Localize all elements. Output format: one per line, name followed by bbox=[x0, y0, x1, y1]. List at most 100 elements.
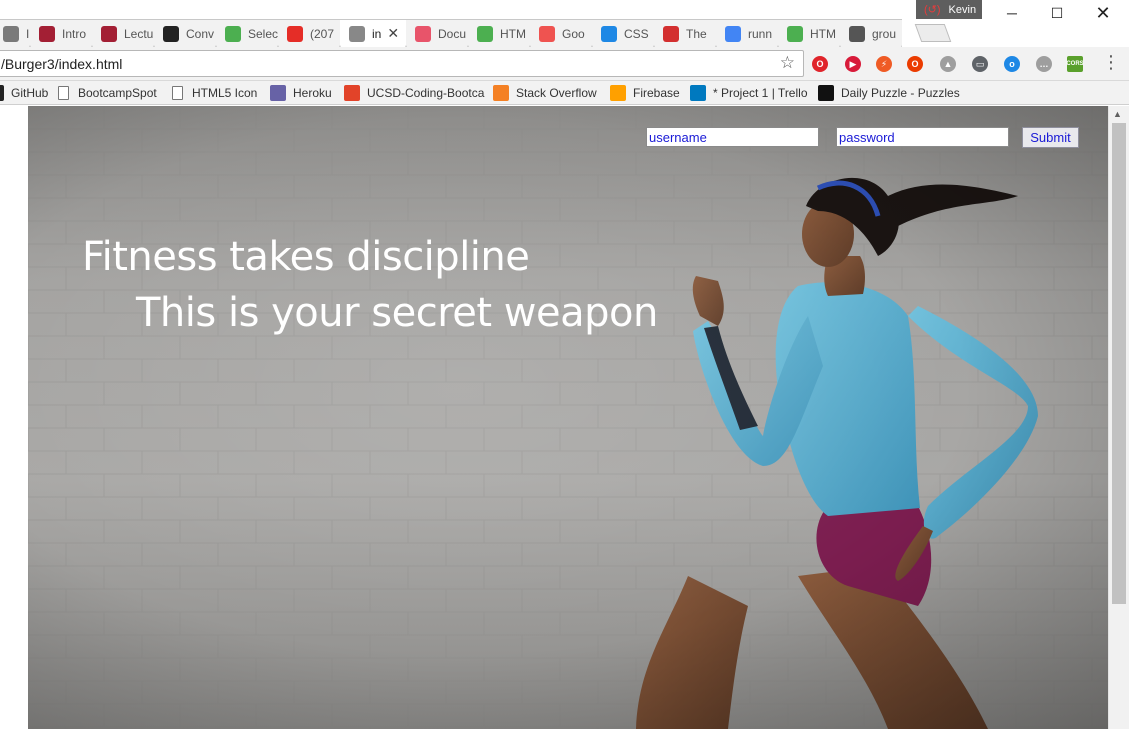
url-text[interactable]: /Burger3/index.html bbox=[1, 56, 122, 72]
bookmark-star-icon[interactable]: ☆ bbox=[780, 53, 795, 73]
address-bar[interactable]: /Burger3/index.html ☆ bbox=[0, 50, 804, 77]
profile-name: Kevin bbox=[948, 3, 977, 16]
browser-tab[interactable]: Lectu bbox=[92, 19, 154, 47]
bookmark-item[interactable]: BootcampSpot bbox=[56, 84, 157, 102]
tab-label: Lectu bbox=[124, 26, 154, 41]
browser-tab[interactable]: Goo bbox=[530, 19, 592, 47]
tab-label: grou bbox=[872, 26, 897, 41]
devdocs-icon bbox=[415, 25, 431, 42]
stackoverflow-icon bbox=[493, 85, 509, 101]
dots-ext-icon[interactable]: … bbox=[1036, 56, 1052, 72]
bookmark-item[interactable]: HTML5 Icon bbox=[170, 84, 257, 102]
bookmark-label: Daily Puzzle - Puzzles bbox=[841, 86, 960, 100]
tab-label: CSS bbox=[624, 26, 649, 41]
bookmark-item[interactable]: GitHub bbox=[0, 84, 48, 102]
google-fonts-icon bbox=[539, 25, 555, 42]
drive-icon[interactable]: ▲ bbox=[940, 56, 956, 72]
bookmark-label: Stack Overflow bbox=[516, 86, 597, 100]
username-input[interactable] bbox=[646, 127, 819, 147]
tab-label: Conv bbox=[186, 26, 215, 41]
tab-label: The bbox=[686, 26, 707, 41]
page-icon bbox=[349, 25, 365, 42]
trello-icon bbox=[690, 85, 706, 101]
bookmark-item[interactable]: Stack Overflow bbox=[493, 84, 597, 102]
maximize-button[interactable]: ☐ bbox=[1034, 0, 1080, 26]
hash-icon bbox=[849, 25, 865, 42]
page-icon bbox=[58, 86, 69, 100]
tab-label: runn bbox=[748, 26, 773, 41]
mit-ocw-icon bbox=[39, 25, 55, 42]
office-icon[interactable]: O bbox=[907, 56, 923, 72]
tab-label: HTM bbox=[810, 26, 836, 41]
hero-vignette bbox=[28, 106, 1108, 729]
youtube-icon bbox=[287, 25, 303, 42]
bookmark-label: HTML5 Icon bbox=[192, 86, 258, 100]
tab-label: in bbox=[372, 26, 382, 41]
tab-label: Intro bbox=[62, 26, 87, 41]
bookmark-item[interactable]: Firebase bbox=[610, 84, 680, 102]
browser-tab[interactable]: Docu bbox=[406, 19, 468, 47]
page-viewport: Fitness takes discipline This is your se… bbox=[0, 106, 1129, 729]
video-ext-icon[interactable]: ▶ bbox=[845, 56, 861, 72]
cors-icon[interactable]: CORS bbox=[1066, 56, 1084, 72]
tab-label: Goo bbox=[562, 26, 585, 41]
w3schools-icon bbox=[477, 25, 493, 42]
browser-tab[interactable]: CSS bbox=[592, 19, 654, 47]
scroll-up-arrow-icon[interactable]: ▲ bbox=[1113, 109, 1122, 119]
cast-icon[interactable]: ▭ bbox=[972, 56, 988, 72]
hero-section: Fitness takes discipline This is your se… bbox=[28, 106, 1108, 729]
browser-toolbar: /Burger3/index.html ☆ O ▶ ⚡ O ▲ ▭ o … CORS ⋮ bbox=[0, 47, 1129, 81]
github-icon bbox=[163, 25, 179, 42]
page-icon bbox=[3, 25, 19, 42]
submit-button[interactable]: Submit bbox=[1022, 127, 1079, 148]
profile-icon: (↺) bbox=[924, 4, 941, 16]
browser-tab[interactable]: Intro bbox=[30, 19, 92, 47]
browser-tab[interactable]: HTM bbox=[778, 19, 840, 47]
mit-ocw-icon bbox=[101, 25, 117, 42]
browser-tab[interactable]: grou bbox=[840, 19, 902, 47]
browser-tab[interactable]: Selec bbox=[216, 19, 278, 47]
bookmark-item[interactable]: Heroku bbox=[270, 84, 332, 102]
browser-tab[interactable]: The bbox=[654, 19, 716, 47]
new-tab-button[interactable] bbox=[914, 24, 952, 42]
opera-icon[interactable]: O bbox=[812, 56, 828, 72]
nyt-icon bbox=[818, 85, 834, 101]
bookmark-label: BootcampSpot bbox=[78, 86, 157, 100]
w3schools-icon bbox=[787, 25, 803, 42]
browser-tab[interactable]: Conv bbox=[154, 19, 216, 47]
bookmark-item[interactable]: Daily Puzzle - Puzzles bbox=[818, 84, 960, 102]
tab-label: Docu bbox=[438, 26, 467, 41]
tab-label: Selec bbox=[248, 26, 278, 41]
browser-tab[interactable]: runn bbox=[716, 19, 778, 47]
heroku-icon bbox=[270, 85, 286, 101]
tab-label: (207 bbox=[310, 26, 335, 41]
browser-tab[interactable]: (207 bbox=[278, 19, 340, 47]
ring-ext-icon[interactable]: o bbox=[1004, 56, 1020, 72]
minimize-button[interactable]: ─ bbox=[989, 0, 1035, 26]
menu-icon[interactable]: ⋮ bbox=[1102, 53, 1120, 71]
profile-badge[interactable]: (↺) Kevin bbox=[916, 0, 982, 19]
browser-tab[interactable]: HTM bbox=[468, 19, 530, 47]
tab-strip: Indi Intro Lectu Conv Selec (207 in ✕ Docu HTM Goo… bbox=[0, 0, 1129, 47]
vertical-scrollbar[interactable]: ▲ bbox=[1108, 106, 1129, 729]
tab-close-icon[interactable]: ✕ bbox=[387, 25, 399, 42]
hero-headline: Fitness takes discipline bbox=[82, 234, 530, 280]
bookmark-label: Heroku bbox=[293, 86, 332, 100]
pc-icon bbox=[663, 25, 679, 42]
close-window-button[interactable]: ✕ bbox=[1080, 0, 1126, 26]
hero-subline: This is your secret weapon bbox=[136, 290, 658, 336]
bookmark-label: UCSD-Coding-Bootca bbox=[367, 86, 485, 100]
bookmark-label: * Project 1 | Trello bbox=[713, 86, 808, 100]
bookmark-label: Firebase bbox=[633, 86, 680, 100]
browser-tab[interactable]: Indi bbox=[0, 19, 30, 47]
postman-icon[interactable]: ⚡ bbox=[876, 56, 892, 72]
github-icon bbox=[0, 85, 4, 101]
page-icon bbox=[172, 86, 183, 100]
bookmark-item[interactable]: * Project 1 | Trello bbox=[690, 84, 808, 102]
scroll-thumb[interactable] bbox=[1112, 123, 1126, 604]
tab-active[interactable]: in ✕ bbox=[340, 19, 406, 47]
google-icon bbox=[725, 25, 741, 42]
tab-label: HTM bbox=[500, 26, 526, 41]
bookmark-item[interactable]: UCSD-Coding-Bootca bbox=[344, 84, 484, 102]
password-input[interactable] bbox=[836, 127, 1009, 147]
